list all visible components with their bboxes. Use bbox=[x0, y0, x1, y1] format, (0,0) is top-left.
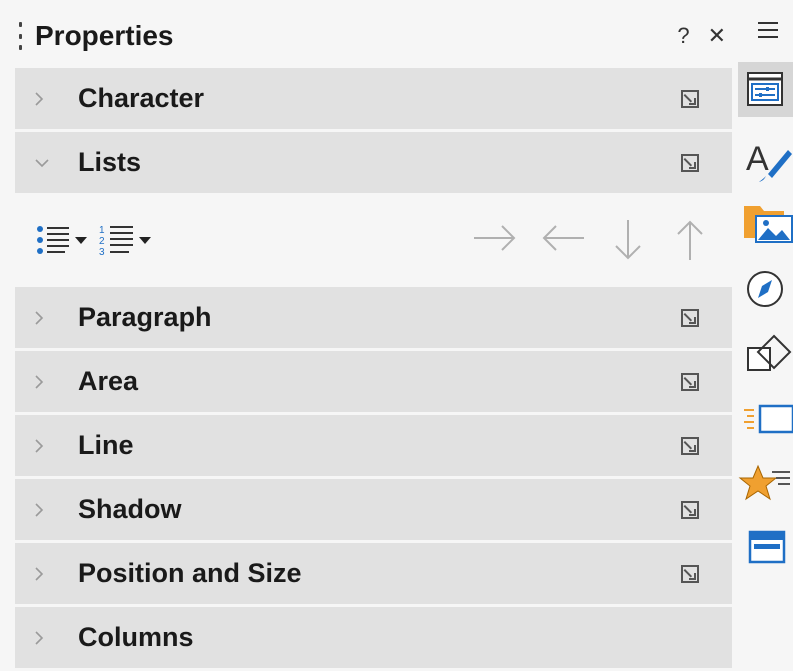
section-label: Paragraph bbox=[78, 302, 212, 332]
properties-icon bbox=[747, 72, 783, 106]
panel-title: Properties bbox=[35, 20, 174, 51]
sections-list: Character Lists 1 2 3 Paragraph Area Lin… bbox=[15, 68, 732, 671]
section-paragraph[interactable]: Paragraph bbox=[15, 287, 732, 348]
chevron-right-icon bbox=[34, 310, 54, 326]
increase-indent-icon[interactable] bbox=[472, 218, 518, 258]
master-slides-icon bbox=[748, 530, 786, 564]
section-line[interactable]: Line bbox=[15, 415, 732, 476]
chevron-down-icon bbox=[34, 158, 54, 168]
more-options-icon[interactable] bbox=[681, 308, 699, 327]
chevron-right-icon bbox=[34, 438, 54, 454]
unordered-list-button[interactable] bbox=[35, 224, 87, 256]
shapes-icon bbox=[747, 334, 792, 371]
chevron-right-icon bbox=[34, 502, 54, 518]
navigator-icon bbox=[747, 271, 783, 307]
list-number: 2 bbox=[99, 236, 105, 247]
tab-master-slides[interactable] bbox=[738, 520, 793, 575]
section-area[interactable]: Area bbox=[15, 351, 732, 412]
more-options-icon[interactable] bbox=[681, 564, 699, 583]
sidebar-tabbar: A bbox=[738, 0, 793, 664]
sidebar-menu-icon[interactable] bbox=[758, 22, 778, 43]
chevron-right-icon bbox=[34, 91, 54, 107]
more-options-icon[interactable] bbox=[681, 372, 699, 391]
section-label: Columns bbox=[78, 622, 194, 652]
tab-styles[interactable]: A bbox=[738, 130, 793, 185]
slide-transition-icon bbox=[744, 404, 793, 434]
chevron-right-icon bbox=[34, 566, 54, 582]
section-lists[interactable]: Lists bbox=[15, 132, 732, 193]
section-columns[interactable]: Columns bbox=[15, 607, 732, 668]
panel-titlebar: Properties ? ✕ bbox=[0, 8, 738, 64]
move-down-icon[interactable] bbox=[608, 218, 648, 262]
section-label: Lists bbox=[78, 147, 142, 177]
tab-navigator[interactable] bbox=[738, 262, 793, 317]
list-number: 3 bbox=[99, 247, 105, 257]
lists-content: 1 2 3 bbox=[15, 196, 732, 284]
section-label: Area bbox=[78, 366, 139, 396]
more-options-icon[interactable] bbox=[681, 153, 699, 172]
more-options-icon[interactable] bbox=[681, 436, 699, 455]
styles-icon: A bbox=[746, 140, 792, 182]
close-button[interactable]: ✕ bbox=[708, 23, 726, 49]
list-number: 1 bbox=[99, 225, 105, 236]
move-up-icon[interactable] bbox=[670, 218, 710, 262]
tab-properties[interactable] bbox=[738, 62, 793, 117]
ordered-list-button[interactable]: 1 2 3 bbox=[99, 223, 151, 257]
section-position-and-size[interactable]: Position and Size bbox=[15, 543, 732, 604]
dropdown-arrow-icon[interactable] bbox=[139, 236, 151, 244]
tab-animation[interactable] bbox=[738, 456, 793, 511]
bullet-list-icon bbox=[37, 226, 69, 254]
svg-text:A: A bbox=[746, 140, 769, 178]
gallery-icon bbox=[744, 206, 793, 243]
section-label: Shadow bbox=[78, 494, 182, 524]
chevron-right-icon bbox=[34, 374, 54, 390]
section-label: Character bbox=[78, 83, 205, 113]
animation-icon bbox=[738, 464, 790, 501]
decrease-indent-icon[interactable] bbox=[540, 218, 586, 258]
section-character[interactable]: Character bbox=[15, 68, 732, 129]
section-label: Position and Size bbox=[78, 558, 302, 588]
dropdown-arrow-icon[interactable] bbox=[75, 236, 87, 244]
tab-gallery[interactable] bbox=[738, 194, 793, 249]
properties-panel: Properties ? ✕ Character Lists 1 2 3 Par… bbox=[0, 0, 738, 668]
drag-grip-icon[interactable] bbox=[17, 22, 23, 50]
help-button[interactable]: ? bbox=[677, 23, 689, 49]
section-shadow[interactable]: Shadow bbox=[15, 479, 732, 540]
chevron-right-icon bbox=[34, 630, 54, 646]
more-options-icon[interactable] bbox=[681, 89, 699, 108]
section-label: Line bbox=[78, 430, 134, 460]
tab-slide-transition[interactable] bbox=[738, 392, 793, 447]
numbered-list-icon: 1 2 3 bbox=[99, 225, 133, 257]
more-options-icon[interactable] bbox=[681, 500, 699, 519]
tab-shapes[interactable] bbox=[738, 326, 793, 381]
